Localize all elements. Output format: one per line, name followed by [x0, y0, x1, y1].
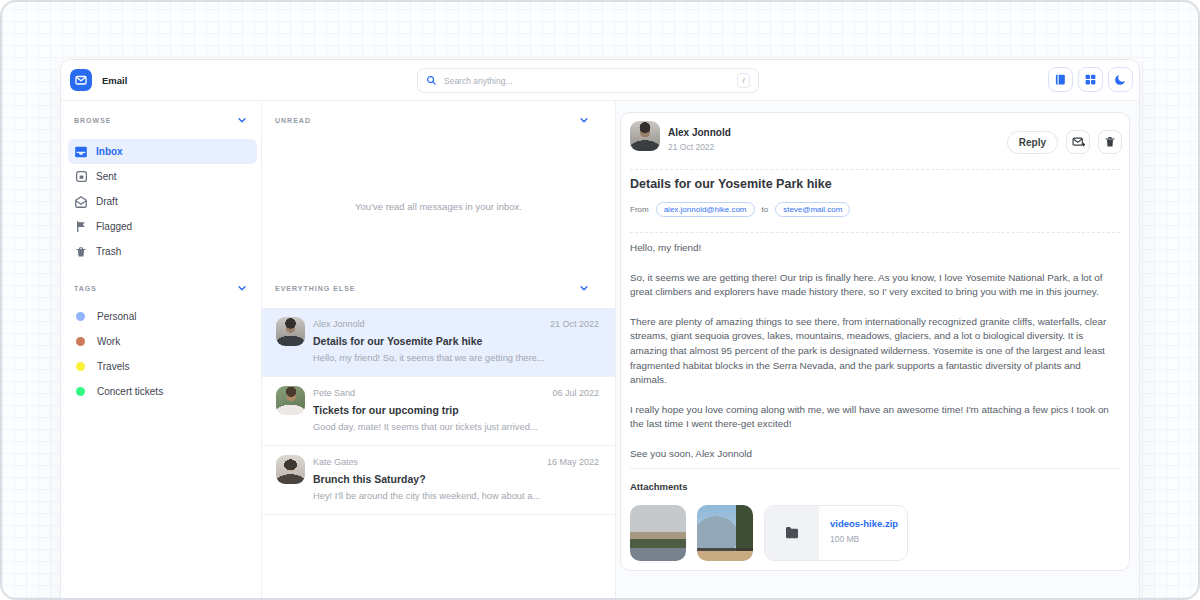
tag-item-personal[interactable]: Personal: [68, 304, 257, 329]
sidebar-item-trash[interactable]: Trash: [68, 239, 257, 264]
tag-item-travels[interactable]: Travels: [68, 354, 257, 379]
email-subject: Tickets for our upcoming trip: [313, 404, 459, 416]
to-email-chip[interactable]: steve@mail.com: [775, 202, 850, 217]
message-list: UNREAD You've read all messages in your …: [262, 102, 616, 600]
inbox-icon: [74, 145, 88, 159]
attachment-photo-1[interactable]: [630, 505, 686, 561]
avatar: [276, 386, 305, 415]
page-background: Email /: [0, 0, 1200, 600]
attachment-photo-2[interactable]: [697, 505, 753, 561]
email-app-window: Email /: [60, 59, 1140, 600]
email-subject: Brunch this Saturday?: [313, 473, 426, 485]
sidebar-item-label: Trash: [96, 246, 121, 257]
from-email-chip[interactable]: alex.jonnold@hike.com: [656, 202, 755, 217]
tag-label: Personal: [97, 311, 136, 322]
apps-button[interactable]: [1078, 67, 1103, 92]
to-label: to: [762, 205, 769, 214]
unread-section-header[interactable]: UNREAD: [275, 115, 589, 125]
search-input[interactable]: [444, 76, 737, 86]
app-title: Email: [102, 75, 127, 86]
tag-dot: [76, 337, 85, 346]
tag-dot: [76, 387, 85, 396]
email-body: Hello, my friend! So, it seems we are ge…: [630, 241, 1117, 477]
email-detail-card: Alex Jonnold 21 Oct 2022 Reply: [620, 112, 1130, 571]
search-icon: [426, 75, 437, 86]
trash-icon: [74, 245, 88, 259]
tag-label: Concert tickets: [97, 386, 163, 397]
flag-icon: [74, 220, 88, 234]
unread-empty-message: You've read all messages in your inbox.: [262, 201, 615, 212]
browse-label: BROWSE: [74, 117, 112, 124]
forward-button[interactable]: [1066, 130, 1090, 154]
everything-else-section-header[interactable]: EVERYTHING ELSE: [275, 283, 589, 293]
sidebar-item-label: Inbox: [96, 146, 123, 157]
envelope-icon: [75, 74, 87, 86]
chevron-down-icon[interactable]: [237, 283, 247, 293]
search-shortcut-key: /: [737, 73, 750, 88]
detail-sender-name: Alex Jonnold: [668, 127, 731, 138]
tag-dot: [76, 362, 85, 371]
attachment-file-size: 100 MB: [830, 534, 907, 544]
tag-dot: [76, 312, 85, 321]
tags-section-header[interactable]: TAGS: [74, 283, 247, 293]
detail-subject: Details for our Yosemite Park hike: [630, 177, 832, 191]
tag-item-work[interactable]: Work: [68, 329, 257, 354]
book-icon: [1054, 73, 1067, 86]
email-sender: Alex Jonnold: [313, 319, 365, 329]
email-date: 21 Oct 2022: [550, 319, 599, 329]
attachment-file-name: videos-hike.zip: [830, 518, 907, 529]
sidebar-item-label: Flagged: [96, 221, 132, 232]
chevron-down-icon[interactable]: [237, 115, 247, 125]
reply-button[interactable]: Reply: [1007, 131, 1058, 154]
email-detail-panel: Alex Jonnold 21 Oct 2022 Reply: [616, 102, 1139, 600]
avatar: [276, 455, 305, 484]
draft-icon: [74, 195, 88, 209]
tags-label: TAGS: [74, 285, 97, 292]
chevron-down-icon[interactable]: [579, 283, 589, 293]
sent-icon: [74, 170, 88, 184]
tag-label: Travels: [97, 361, 129, 372]
email-list-item[interactable]: Kate Gates 16 May 2022 Brunch this Satur…: [262, 446, 615, 515]
app-logo: [70, 69, 92, 91]
contacts-button[interactable]: [1048, 67, 1073, 92]
sidebar-item-inbox[interactable]: Inbox: [68, 139, 257, 164]
sidebar: BROWSE Inbox: [61, 102, 262, 600]
avatar: [630, 121, 660, 151]
email-date: 16 May 2022: [547, 457, 599, 467]
trash-icon: [1104, 136, 1116, 148]
email-list-item[interactable]: Pete Sand 06 Jul 2022 Tickets for our up…: [262, 377, 615, 446]
avatar: [276, 317, 305, 346]
sidebar-item-sent[interactable]: Sent: [68, 164, 257, 189]
browse-section-header[interactable]: BROWSE: [74, 115, 247, 125]
moon-icon: [1114, 73, 1127, 86]
attachments-label: Attachments: [630, 481, 688, 492]
tag-item-concert-tickets[interactable]: Concert tickets: [68, 379, 257, 404]
grid-icon: [1084, 73, 1097, 86]
email-preview: Hey! I'll be around the city this weeken…: [313, 491, 540, 501]
sidebar-item-label: Draft: [96, 196, 118, 207]
dark-mode-button[interactable]: [1108, 67, 1133, 92]
folder-icon: [765, 506, 819, 560]
email-sender: Kate Gates: [313, 457, 358, 467]
email-sender: Pete Sand: [313, 388, 355, 398]
email-subject: Details for our Yosemite Park hike: [313, 335, 482, 347]
delete-button[interactable]: [1098, 130, 1122, 154]
app-header: Email /: [61, 60, 1139, 101]
detail-date: 21 Oct 2022: [668, 142, 714, 152]
everything-else-label: EVERYTHING ELSE: [275, 285, 355, 292]
sidebar-item-flagged[interactable]: Flagged: [68, 214, 257, 239]
email-preview: Good day, mate! It seems that our ticket…: [313, 422, 538, 432]
from-label: From: [630, 205, 649, 214]
mail-plus-icon: [1072, 136, 1085, 149]
sidebar-item-label: Sent: [96, 171, 117, 182]
attachment-file-card[interactable]: videos-hike.zip 100 MB: [764, 505, 908, 561]
chevron-down-icon[interactable]: [579, 115, 589, 125]
sidebar-item-draft[interactable]: Draft: [68, 189, 257, 214]
email-list-item[interactable]: Alex Jonnold 21 Oct 2022 Details for our…: [262, 308, 615, 377]
tag-label: Work: [97, 336, 120, 347]
email-date: 06 Jul 2022: [552, 388, 599, 398]
unread-label: UNREAD: [275, 117, 311, 124]
search-bar[interactable]: /: [417, 68, 759, 93]
email-preview: Hello, my friend! So, it seems that we a…: [313, 353, 545, 363]
